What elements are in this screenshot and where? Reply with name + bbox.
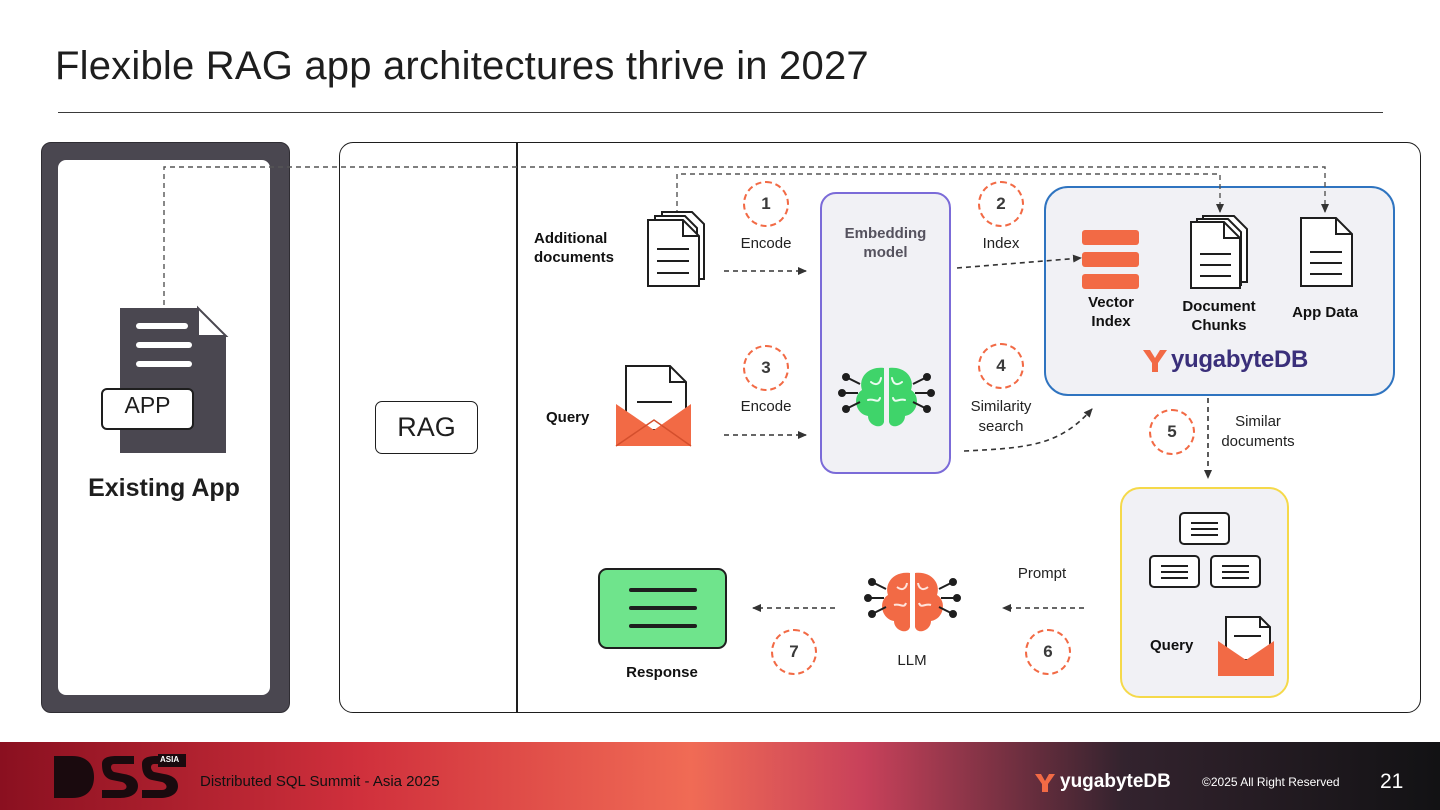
app-document-icon (101, 305, 229, 453)
embedding-brain-circuits (838, 373, 935, 413)
step-7-badge: 7 (771, 629, 817, 675)
llm-brain-icon (882, 572, 943, 632)
existing-app-label: Existing App (88, 474, 240, 502)
footer-yugabyte-logo-icon (1035, 774, 1055, 792)
step-3-badge: 3 (743, 345, 789, 391)
step-6-badge: 6 (1025, 629, 1071, 675)
footer-copyright: ©2025 All Right Reserved (1202, 775, 1340, 789)
step-5-label: Similar documents (1221, 413, 1295, 450)
step-5-badge: 5 (1149, 409, 1195, 455)
context-snippets-icon (1149, 512, 1261, 588)
step-6-label: Prompt (1017, 565, 1067, 582)
response-label: Response (626, 664, 698, 681)
page-number: 21 (1380, 770, 1404, 793)
document-chunks-label: Document Chunks (1182, 298, 1256, 334)
yugabytedb-logo-text: yugabyteDB (1171, 346, 1309, 373)
step-3-label: Encode (740, 398, 792, 415)
embedding-brain-icon (856, 367, 917, 427)
app-data-label: App Data (1292, 304, 1358, 321)
step-1-badge: 1 (743, 181, 789, 227)
document-chunks-icon (1190, 215, 1248, 289)
llm-label: LLM (897, 652, 927, 669)
vector-index-label: Vector Index (1088, 294, 1134, 330)
app-data-icon (1300, 217, 1353, 287)
step-2-label: Index (982, 235, 1020, 252)
query-label: Query (546, 409, 590, 426)
context-query-label: Query (1150, 637, 1194, 654)
additional-documents-icon (647, 211, 705, 287)
footer-brand: yugabyteDB (1060, 771, 1171, 792)
step-4-badge: 4 (978, 343, 1024, 389)
query-envelope-icon (615, 365, 692, 447)
step-4-label: Similarity search (970, 398, 1032, 435)
step-1-label: Encode (740, 235, 792, 252)
yugabytedb-logo-mark (1143, 350, 1167, 372)
step-2-badge: 2 (978, 181, 1024, 227)
embedding-model-label: Embedding model (844, 225, 927, 261)
vector-index-icon (1082, 230, 1139, 289)
response-lines-icon (629, 588, 697, 628)
context-query-envelope-icon (1218, 616, 1274, 676)
event-badge-text: ASIA (160, 755, 180, 764)
footer-event-title: Distributed SQL Summit - Asia 2025 (200, 773, 440, 790)
app-badge: APP (124, 392, 171, 418)
llm-brain-circuits (864, 578, 961, 618)
additional-documents-label: Additional documents (534, 230, 615, 266)
